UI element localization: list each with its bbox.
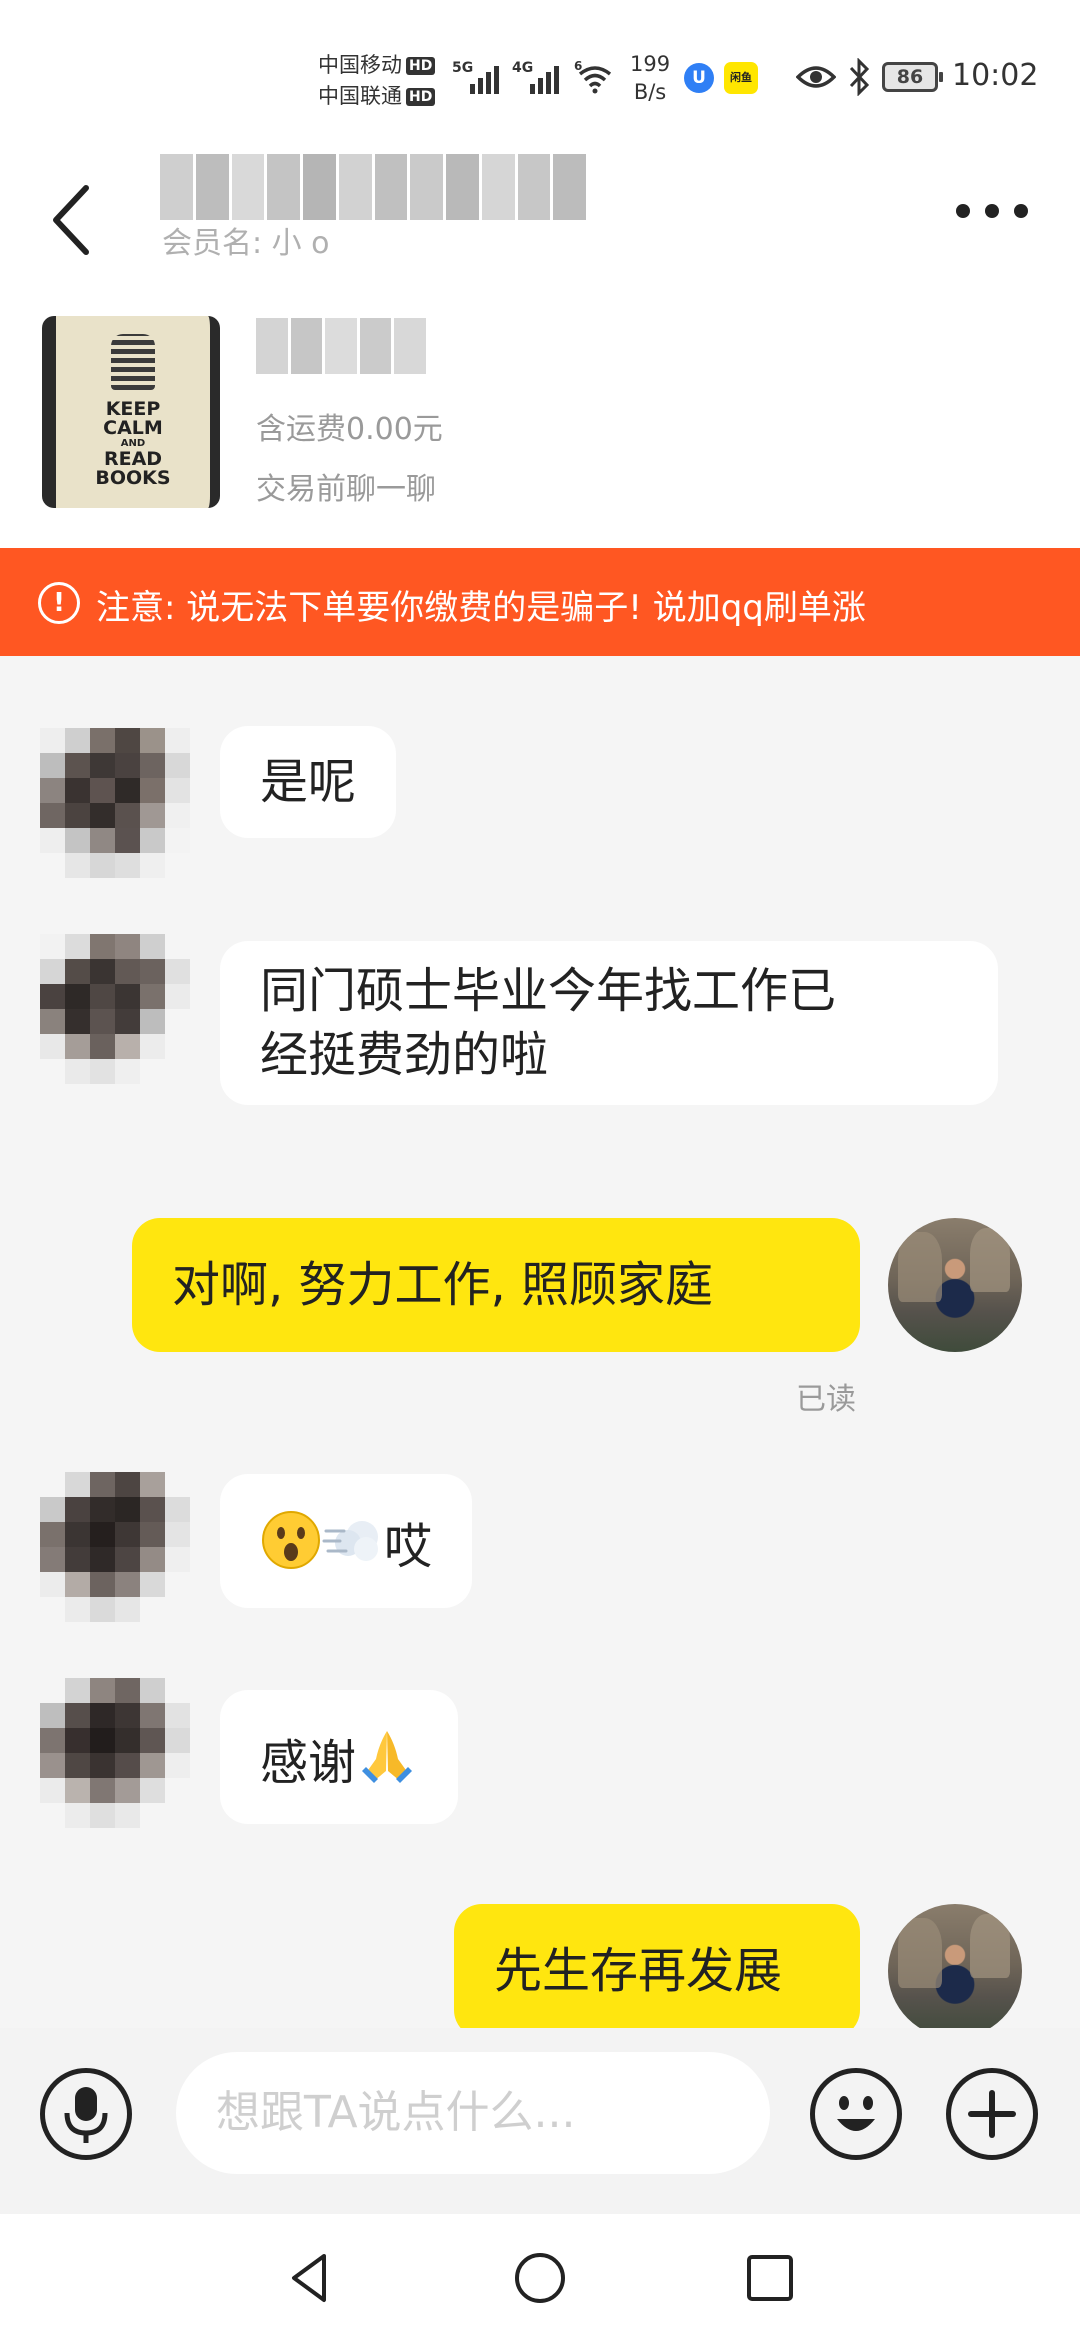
message-list[interactable]: 是呢 同门硕士毕业今年找工作已 经挺费劲的啦 对啊, 努力工作, 照顾家庭 已读 [0, 656, 1080, 2028]
battery-icon: 86 [882, 62, 943, 92]
avatar[interactable] [40, 728, 190, 878]
chat-header: 会员名: 小 o [0, 150, 1080, 300]
avatar[interactable] [40, 934, 190, 1084]
nav-home-circle-icon[interactable] [512, 2250, 568, 2306]
avatar[interactable] [40, 1678, 190, 1828]
back-arrow-icon[interactable] [40, 180, 100, 260]
chat-before-trade: 交易前聊一聊 [256, 472, 436, 507]
dash-emoji [322, 1521, 378, 1561]
folded-hands-emoji [362, 1731, 413, 1783]
signal-icon: 4G [512, 58, 564, 94]
hd-badge: HD [406, 57, 436, 75]
system-nav-bar [0, 2214, 1080, 2340]
wifi-icon: 6 [574, 60, 612, 94]
carrier-2: 中国联通 [318, 84, 402, 108]
bluetooth-icon [849, 58, 870, 96]
product-image[interactable]: KEEP CALM AND READ BOOKS [42, 316, 220, 508]
message-bubble-incoming[interactable]: 哎 [220, 1474, 473, 1608]
message-bubble-outgoing[interactable]: 对啊, 努力工作, 照顾家庭 [132, 1218, 860, 1352]
message-input[interactable]: 想跟TA说点什么... [176, 2052, 770, 2174]
app-notification-icon: U [684, 63, 714, 93]
nav-recent-square-icon[interactable] [742, 2250, 798, 2306]
nav-back-triangle-icon[interactable] [282, 2250, 338, 2306]
status-bar: 中国移动 HD 中国联通 HD 5G 4G 6 199 B/s U 闲鱼 86 10… [0, 0, 1080, 150]
blurred-username [160, 154, 586, 220]
carrier-info: 中国移动 HD 中国联通 HD [318, 50, 436, 112]
carrier-1: 中国移动 [318, 53, 402, 77]
xianyu-notification-icon: 闲鱼 [724, 62, 758, 94]
avatar[interactable] [40, 1472, 190, 1622]
message-bubble-outgoing[interactable]: 先生存再发展 [454, 1904, 860, 2028]
input-bar: 想跟TA说点什么... [0, 2028, 1080, 2214]
more-dots-icon[interactable] [956, 198, 1028, 224]
plus-icon [968, 2090, 1016, 2138]
eye-comfort-icon [796, 66, 836, 88]
voice-button[interactable] [40, 2068, 132, 2160]
blurred-price [256, 318, 426, 374]
smiley-icon [837, 2096, 875, 2131]
message-bubble-incoming[interactable]: 是呢 [220, 726, 397, 838]
read-receipt: 已读 [796, 1382, 856, 1417]
warning-text: 注意: 说无法下单要你缴费的是骗子! 说加qq刷单涨 [96, 588, 866, 628]
shipping-fee: 含运费0.00元 [256, 412, 443, 447]
member-name: 会员名: 小 o [162, 226, 330, 261]
microphone-icon [64, 2087, 108, 2143]
my-avatar[interactable] [888, 1218, 1022, 1352]
plus-button[interactable] [946, 2068, 1038, 2160]
clock: 10:02 [952, 58, 1039, 93]
net-speed: 199 B/s [630, 52, 671, 104]
astonished-face-emoji [262, 1511, 320, 1569]
signal-icon: 5G [452, 58, 504, 94]
emoji-button[interactable] [810, 2068, 902, 2160]
hd-badge: HD [406, 88, 436, 106]
my-avatar[interactable] [888, 1904, 1022, 2028]
message-bubble-incoming[interactable]: 同门硕士毕业今年找工作已 经挺费劲的啦 [220, 941, 998, 1105]
product-card[interactable]: KEEP CALM AND READ BOOKS 含运费0.00元 交易前聊一聊 [0, 300, 1080, 548]
scam-warning-banner[interactable]: ! 注意: 说无法下单要你缴费的是骗子! 说加qq刷单涨 [0, 548, 1080, 656]
message-bubble-incoming[interactable]: 感谢 [220, 1690, 459, 1824]
warning-icon: ! [38, 582, 80, 624]
